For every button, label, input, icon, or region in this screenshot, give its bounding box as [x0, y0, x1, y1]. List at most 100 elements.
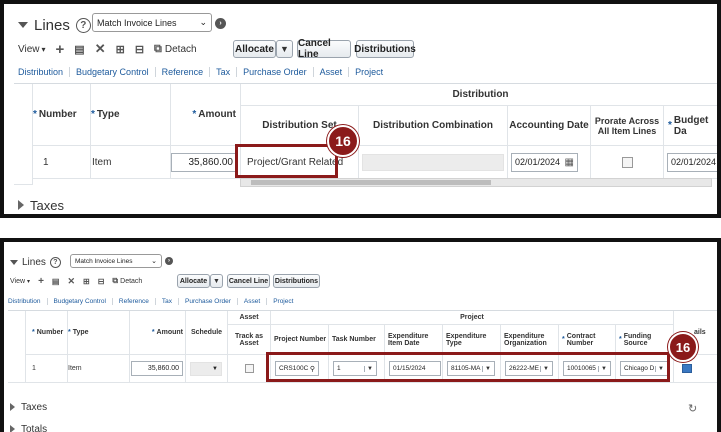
amount-value: 35,860.00: [147, 365, 179, 372]
taxes-section[interactable]: Taxes: [10, 400, 47, 414]
row-number: 1: [33, 146, 91, 179]
allocate-menu-button[interactable]: ▼: [210, 274, 223, 288]
section-link-reference[interactable]: Reference: [113, 297, 156, 305]
lines-header: Lines ?: [18, 14, 91, 36]
col-funding-source-label: Funding Source: [623, 332, 652, 347]
section-link-purchase-order[interactable]: Purchase Order: [179, 297, 238, 305]
view-menu[interactable]: View ▾: [10, 278, 30, 285]
collapse-triangle-icon[interactable]: [18, 22, 28, 28]
budget-date-input[interactable]: 02/01/2024: [667, 152, 717, 172]
col-number-header: * Number: [33, 84, 91, 146]
details-grid-icon[interactable]: [682, 364, 692, 373]
taxes-label: Taxes: [21, 401, 48, 413]
delete-icon[interactable]: ✕: [95, 41, 106, 57]
track-as-asset-checkbox[interactable]: [244, 364, 254, 373]
col-task-number-header: Task Number: [329, 325, 385, 355]
col-amount-header: * Amount: [171, 84, 241, 146]
section-link-distribution[interactable]: Distribution: [8, 297, 48, 305]
refresh-icon[interactable]: ↻: [688, 402, 697, 415]
distribution-combination-input[interactable]: [362, 153, 504, 171]
view-menu-label: View: [10, 277, 26, 285]
section-link-project[interactable]: Project: [267, 298, 299, 305]
split-icon[interactable]: ⊞: [116, 43, 125, 56]
totals-section[interactable]: Totals: [10, 422, 47, 432]
detach-button[interactable]: ⧉ Detach: [112, 276, 142, 286]
asset-group-header: Asset: [228, 311, 271, 325]
calendar-icon[interactable]: ▦: [565, 157, 574, 168]
section-link-purchase-order[interactable]: Purchase Order: [237, 67, 314, 77]
freeze-icon[interactable]: ⊟: [98, 277, 105, 286]
section-link-project[interactable]: Project: [349, 67, 389, 77]
distributions-button[interactable]: Distributions: [273, 274, 320, 288]
col-amount-label: Amount: [156, 329, 183, 336]
view-selector[interactable]: Match Invoice Lines ⌄: [92, 13, 212, 32]
line-section-links: Distribution Budgetary Control Reference Ta…: [8, 296, 299, 306]
col-project-number-header: Project Number: [271, 325, 329, 355]
col-type-label: Type: [72, 329, 89, 336]
view-selector-value: Match Invoice Lines: [75, 257, 133, 265]
col-accounting-date-header: Accounting Date: [508, 106, 591, 146]
expand-triangle-icon: [10, 425, 15, 432]
prorate-checkbox[interactable]: [621, 156, 633, 168]
lines-panel-bottom: Lines ? Match Invoice Lines ⌄ › View ▾ + …: [0, 238, 721, 432]
section-link-distribution[interactable]: Distribution: [18, 67, 71, 77]
section-link-tax[interactable]: Tax: [156, 297, 180, 305]
col-number-header: * Number: [26, 311, 68, 355]
go-arrow-icon[interactable]: ›: [215, 18, 226, 29]
col-funding-source-header: * Funding Source: [616, 325, 674, 355]
go-arrow-icon[interactable]: ›: [165, 257, 173, 265]
delete-icon[interactable]: ✕: [67, 276, 75, 287]
section-link-asset[interactable]: Asset: [238, 297, 268, 305]
callout-highlight-project-fields: [266, 352, 670, 382]
expand-triangle-icon: [10, 403, 15, 411]
duplicate-icon[interactable]: ▤: [74, 43, 84, 56]
split-icon[interactable]: ⊞: [83, 277, 90, 286]
table-row-header: [14, 84, 33, 185]
view-menu[interactable]: View ▾: [18, 44, 46, 55]
detach-label: Detach: [120, 277, 143, 285]
duplicate-icon[interactable]: ▤: [52, 277, 60, 286]
row-budget-date: 02/01/2024: [664, 146, 717, 179]
amount-value: 35,860.00: [188, 156, 234, 168]
distributions-button[interactable]: Distributions: [354, 40, 416, 58]
collapse-triangle-icon[interactable]: [10, 259, 18, 265]
scrollbar-thumb[interactable]: [251, 180, 491, 185]
section-link-reference[interactable]: Reference: [156, 67, 211, 77]
schedule-select[interactable]: ▼: [190, 361, 222, 376]
toolbar: View ▾ + ▤ ✕ ⊞ ⊟ ⧉ Detach: [18, 38, 197, 60]
allocate-button[interactable]: Allocate: [233, 40, 276, 58]
amount-input[interactable]: 35,860.00: [171, 152, 237, 172]
detach-button[interactable]: ⧉ Detach: [154, 43, 197, 56]
col-expenditure-org-header: Expenditure Organization: [501, 325, 559, 355]
horizontal-scrollbar[interactable]: [240, 178, 712, 187]
view-selector[interactable]: Match Invoice Lines ⌄: [70, 254, 162, 268]
taxes-section[interactable]: Taxes: [18, 197, 64, 213]
section-link-budgetary-control[interactable]: Budgetary Control: [70, 67, 156, 77]
allocate-button[interactable]: Allocate: [177, 274, 210, 288]
view-menu-label: View: [18, 43, 40, 55]
section-link-tax[interactable]: Tax: [210, 67, 238, 77]
col-contract-number-label: Contract Number: [566, 332, 596, 347]
add-icon[interactable]: +: [38, 276, 44, 287]
taxes-label: Taxes: [30, 197, 64, 213]
allocate-menu-button[interactable]: ▼: [276, 40, 293, 58]
accounting-date-value: 02/01/2024: [515, 157, 561, 167]
section-link-budgetary-control[interactable]: Budgetary Control: [48, 297, 113, 305]
lines-panel-top: Lines ? Match Invoice Lines ⌄ › View ▾ + …: [0, 0, 721, 218]
lines-title: Lines: [22, 256, 46, 268]
add-icon[interactable]: +: [56, 41, 65, 58]
freeze-icon[interactable]: ⊟: [135, 43, 144, 56]
lines-table: * Number * Type * Amount Distribution Distr…: [14, 83, 717, 187]
callout-badge: 16: [668, 332, 698, 362]
row-prorate: [591, 146, 664, 179]
amount-input[interactable]: 35,860.00: [131, 361, 183, 376]
row-type: Item: [68, 355, 130, 383]
accounting-date-input[interactable]: 02/01/2024 ▦: [511, 152, 578, 172]
help-icon[interactable]: ?: [75, 17, 91, 33]
help-icon[interactable]: ?: [49, 256, 61, 268]
cancel-line-button[interactable]: Cancel Line: [297, 38, 351, 60]
col-expenditure-type-header: Expenditure Type: [443, 325, 501, 355]
section-link-asset[interactable]: Asset: [314, 67, 350, 77]
detach-label: Detach: [164, 43, 197, 55]
cancel-line-button[interactable]: Cancel Line: [227, 274, 270, 288]
